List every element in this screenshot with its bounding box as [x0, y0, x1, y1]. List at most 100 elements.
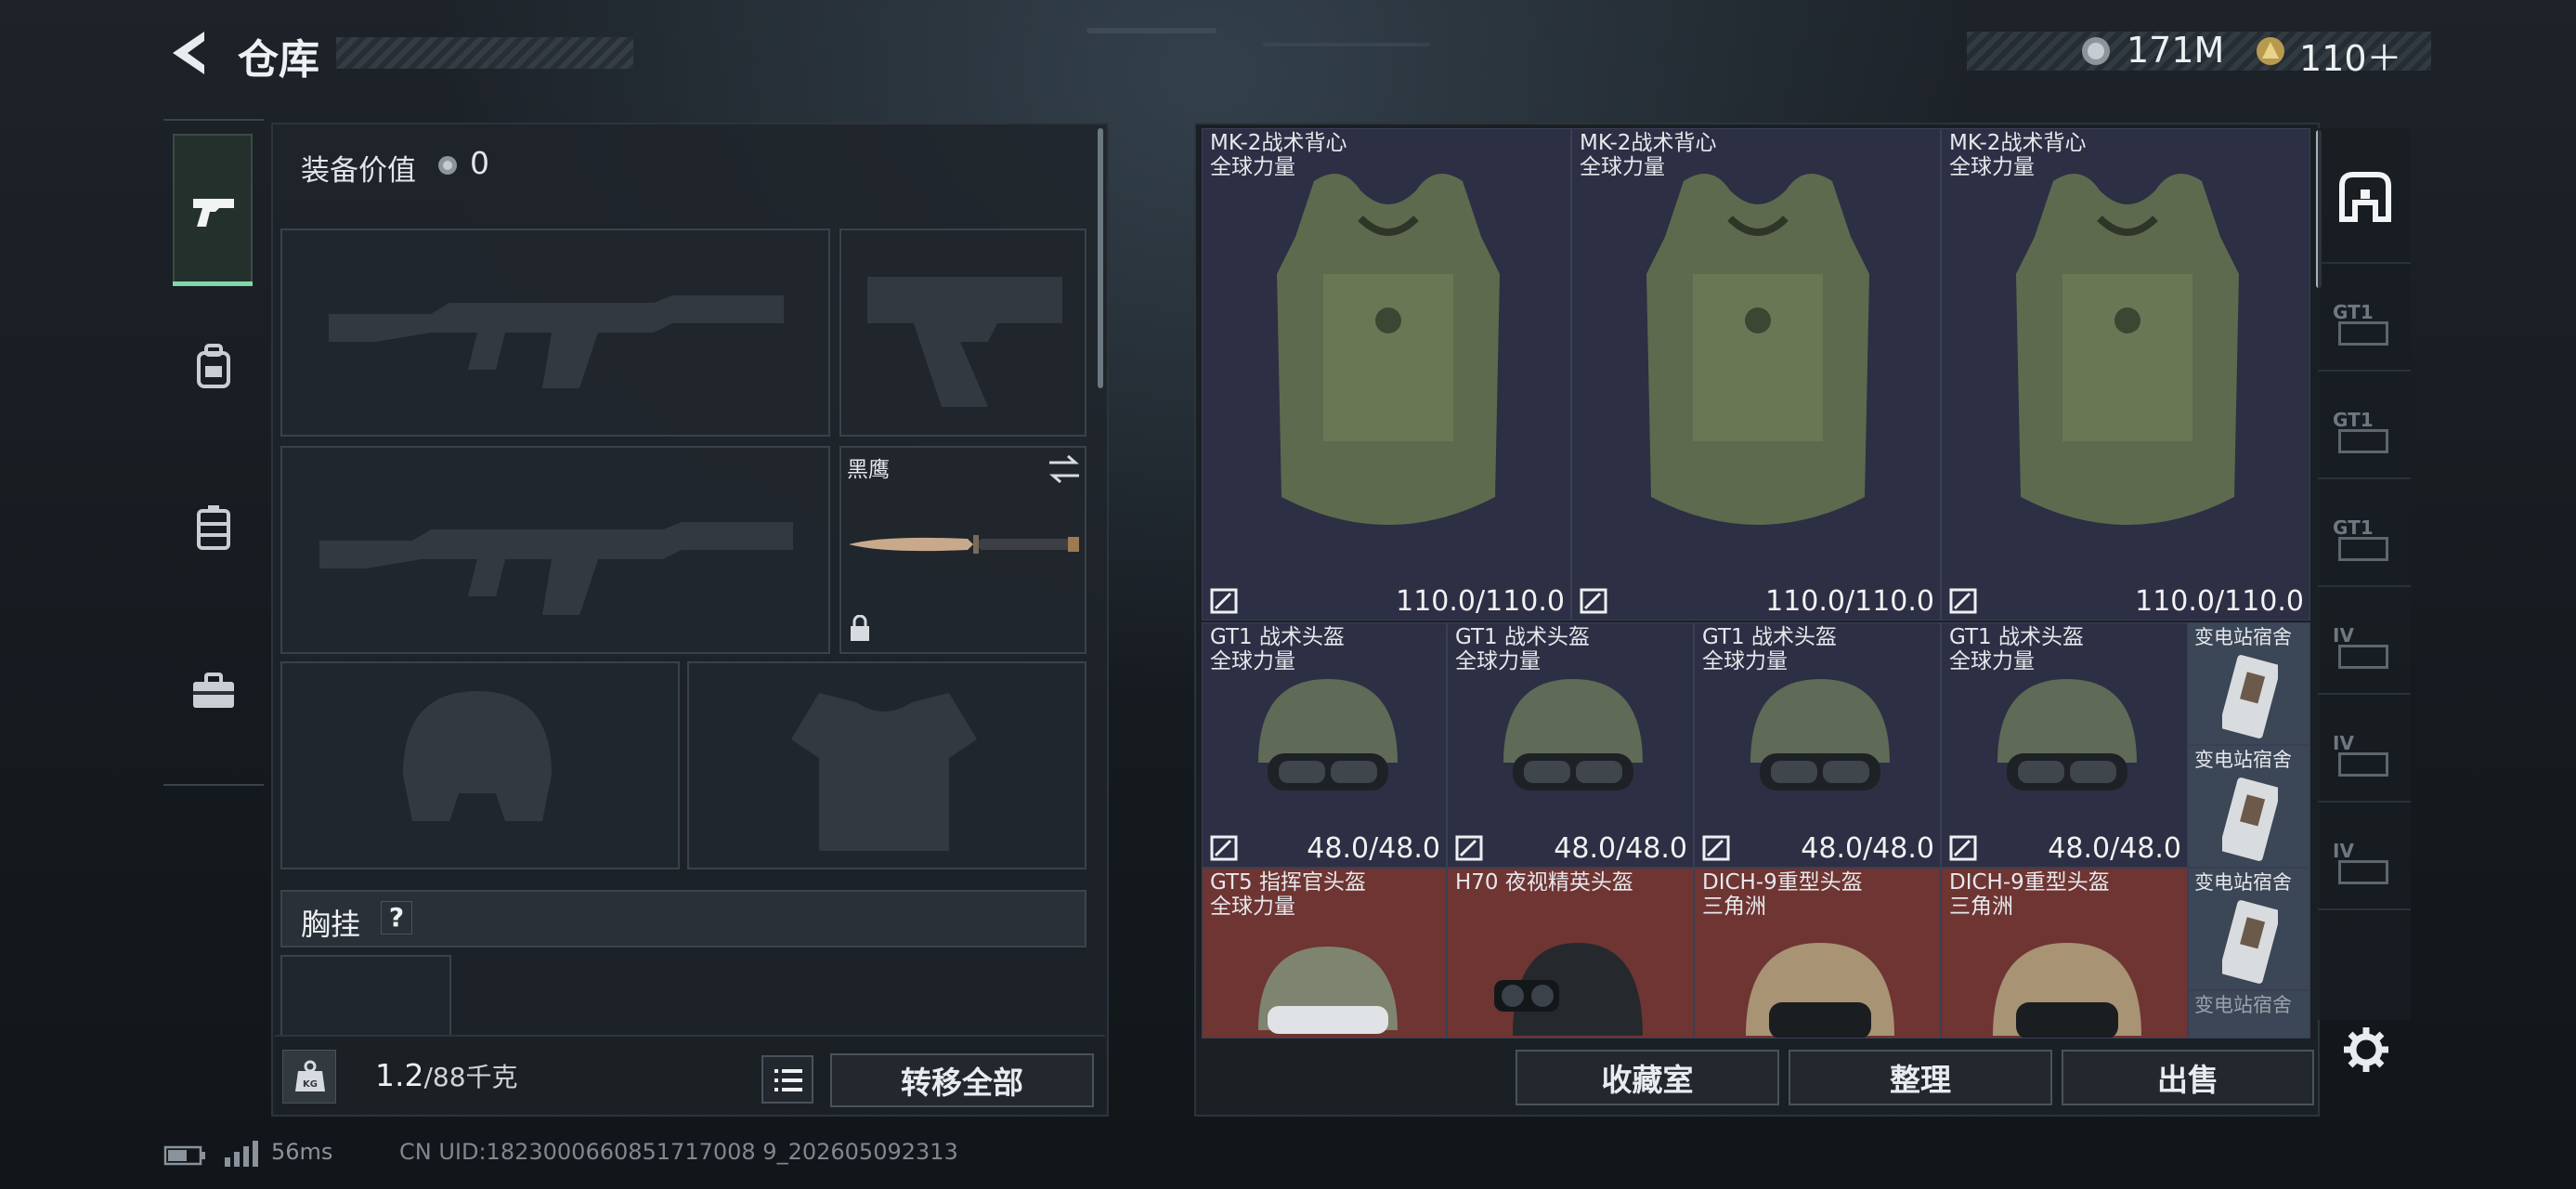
ping-text: 56ms: [271, 1139, 333, 1165]
sell-button[interactable]: 出售: [2062, 1050, 2314, 1105]
heavy-helmet-icon: [1993, 943, 2141, 1038]
category-toolbox-tab[interactable]: [173, 613, 253, 752]
primary-weapon-slot[interactable]: [280, 229, 830, 437]
rifle-silhouette-icon: [319, 522, 793, 615]
weight-icon-box: KG: [282, 1050, 336, 1104]
toolbox-icon: [193, 673, 234, 708]
inventory-action-bar: 收藏室 整理 出售: [1196, 1039, 2318, 1115]
inventory-item-helmet[interactable]: GT1 战术头盔 全球力量 48.0/48.0: [1941, 622, 2188, 868]
tactical-vest-icon: [1646, 174, 1869, 525]
item-durability: 110.0/110.0: [2135, 585, 2304, 618]
tactical-helmet-icon: [1997, 679, 2137, 790]
weight-value: 1.2: [375, 1057, 424, 1093]
item-durability: 48.0/48.0: [1554, 832, 1687, 865]
item-name: DICH-9重型头盔: [1702, 870, 1863, 895]
inventory-item-helmet[interactable]: DICH-9重型头盔 三角洲: [1941, 868, 2188, 1039]
list-view-button[interactable]: [761, 1055, 813, 1104]
rifle-silhouette-icon: [329, 295, 784, 388]
storage-tab[interactable]: IV: [2318, 803, 2411, 910]
category-weapons-tab[interactable]: [173, 134, 253, 286]
repair-icon: [1210, 588, 1238, 614]
item-durability: 48.0/48.0: [1307, 832, 1440, 865]
background-light: [1263, 43, 1430, 46]
storage-tab[interactable]: GT1: [2318, 264, 2411, 372]
chest-rig-slot[interactable]: [280, 955, 451, 1048]
storage-tab-label: IV: [2333, 624, 2354, 647]
item-faction: 三角洲: [1949, 895, 2013, 919]
item-durability: 48.0/48.0: [2048, 832, 2181, 865]
pistol-slot[interactable]: [839, 229, 1086, 437]
inventory-item-keycard[interactable]: 变电站宿舍: [2188, 868, 2310, 990]
item-name: GT1 战术头盔: [1455, 625, 1590, 649]
sort-button[interactable]: 整理: [1789, 1050, 2052, 1105]
knife-name: 黑鹰: [847, 458, 890, 482]
premium-currency-amount[interactable]: 110＋: [2299, 30, 2402, 81]
chest-rig-header[interactable]: 胸挂 ?: [280, 890, 1086, 947]
storage-tab[interactable]: IV: [2318, 695, 2411, 803]
category-rig-tab[interactable]: [173, 455, 253, 594]
storage-tab-glyph: [2338, 645, 2388, 669]
keycard-icon: [2222, 655, 2278, 738]
repair-icon: [1949, 588, 1977, 614]
inventory-item-helmet[interactable]: H70 夜视精英头盔: [1447, 868, 1694, 1039]
melee-slot[interactable]: 黑鹰: [839, 446, 1086, 654]
storage-tab-label: GT1: [2333, 409, 2374, 431]
storage-tab[interactable]: IV: [2318, 587, 2411, 695]
armor-slot[interactable]: [687, 661, 1086, 869]
heavy-helmet-icon: [1746, 943, 1894, 1038]
armor-silhouette-icon: [791, 693, 977, 851]
secondary-weapon-slot[interactable]: [280, 446, 830, 654]
panel-scrollbar[interactable]: [1098, 128, 1103, 388]
inventory-item-keycard[interactable]: 变电站宿舍: [2188, 622, 2310, 745]
page-title: 仓库: [238, 36, 319, 84]
storage-tab[interactable]: GT1: [2318, 479, 2411, 587]
chest-rig-help-icon[interactable]: ?: [381, 901, 412, 934]
storage-tab-glyph: [2338, 321, 2388, 346]
storage-tab-label: GT1: [2333, 516, 2374, 539]
inventory-panel: MK-2战术背心 全球力量 110.0/110.0 MK-2战术背心 全球力量 …: [1194, 123, 2320, 1117]
weight-icon: KG: [295, 1060, 325, 1091]
storage-tab[interactable]: GT1: [2318, 372, 2411, 479]
inventory-item-keycard[interactable]: 变电站宿舍: [2188, 990, 2310, 1039]
inventory-item-keycard[interactable]: 变电站宿舍: [2188, 745, 2310, 868]
commander-helmet-icon: [1258, 947, 1398, 1034]
storage-tab-all[interactable]: [2318, 128, 2411, 264]
tactical-helmet-icon: [1750, 679, 1890, 790]
storage-tab-glyph: [2338, 860, 2388, 884]
active-tab-indicator: [173, 281, 253, 286]
settings-gear-icon[interactable]: [2342, 1026, 2390, 1074]
backpack-icon: [197, 344, 230, 388]
back-button[interactable]: [163, 28, 212, 78]
item-name: MK-2战术背心: [1949, 131, 2087, 155]
inventory-item-helmet[interactable]: GT1 战术头盔 全球力量 48.0/48.0: [1447, 622, 1694, 868]
category-backpack-tab[interactable]: [173, 297, 253, 437]
collection-room-button[interactable]: 收藏室: [1516, 1050, 1779, 1105]
chest-rig-label: 胸挂: [301, 907, 361, 942]
item-faction: 三角洲: [1702, 895, 1766, 919]
storage-tab-glyph: [2338, 752, 2388, 777]
loadout-panel: 装备价值 0 黑鹰 胸挂 ? KG 1.2/88千克 转移全部: [271, 123, 1109, 1117]
keycard-icon: [2222, 777, 2278, 861]
inventory-item-vest[interactable]: MK-2战术背心 全球力量 110.0/110.0: [1571, 128, 1941, 621]
swap-icon[interactable]: [1047, 453, 1081, 485]
inventory-item-vest[interactable]: MK-2战术背心 全球力量 110.0/110.0: [1941, 128, 2310, 621]
inventory-item-helmet[interactable]: GT1 战术头盔 全球力量 48.0/48.0: [1202, 622, 1447, 868]
equip-value: 0: [470, 145, 489, 181]
transfer-all-button[interactable]: 转移全部: [830, 1053, 1094, 1107]
helmet-silhouette-icon: [403, 691, 552, 821]
inventory-item-helmet[interactable]: GT5 指挥官头盔 全球力量: [1202, 868, 1447, 1039]
item-name: 变电站宿舍: [2194, 749, 2292, 771]
inventory-item-helmet[interactable]: DICH-9重型头盔 三角洲: [1694, 868, 1941, 1039]
coin-icon: [2082, 37, 2110, 65]
title-decoration: [336, 37, 633, 69]
item-name: 变电站宿舍: [2194, 626, 2292, 648]
repair-icon: [1455, 835, 1483, 861]
item-name: DICH-9重型头盔: [1949, 870, 2110, 895]
item-name: 变电站宿舍: [2194, 994, 2292, 1016]
helmet-slot[interactable]: [280, 661, 680, 869]
inventory-item-vest[interactable]: MK-2战术背心 全球力量 110.0/110.0: [1202, 128, 1571, 621]
inventory-item-helmet[interactable]: GT1 战术头盔 全球力量 48.0/48.0: [1694, 622, 1941, 868]
coin-icon: [438, 156, 457, 175]
repair-icon: [1949, 835, 1977, 861]
storage-tab-glyph: [2338, 537, 2388, 561]
